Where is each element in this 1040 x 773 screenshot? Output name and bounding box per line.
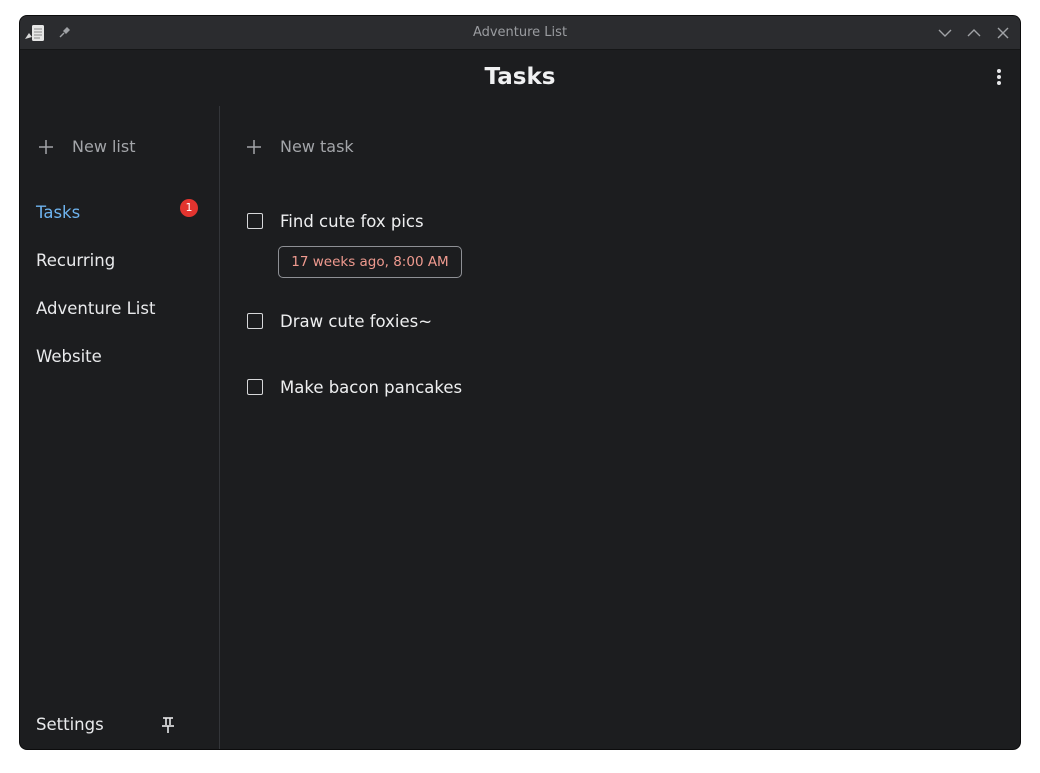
sidebar-item-recurring[interactable]: Recurring [36,246,206,276]
tasks-count-badge: 1 [180,199,198,217]
title-bar[interactable]: Adventure List [20,16,1020,50]
task-label[interactable]: Draw cute foxies~ [280,309,432,334]
window-title: Adventure List [472,25,568,40]
sidebar-item-website[interactable]: Website [36,342,206,372]
settings-button[interactable]: Settings [36,710,104,740]
task-label[interactable]: Make bacon pancakes [280,375,462,400]
plus-icon [39,140,53,154]
app-window: Adventure List Tasks New list Tasks 1 Re… [20,16,1020,749]
close-icon[interactable] [995,25,1011,41]
page-title: Tasks [484,64,556,90]
maximize-icon[interactable] [966,25,982,41]
new-task-label: New task [280,137,354,156]
more-options-icon[interactable] [991,67,1007,87]
task-checkbox[interactable] [247,213,263,229]
new-list-label: New list [72,137,136,156]
sidebar-divider [219,106,220,749]
plus-icon [247,140,261,154]
task-label[interactable]: Find cute fox pics [280,209,424,234]
task-checkbox[interactable] [247,313,263,329]
minimize-icon[interactable] [937,25,953,41]
due-date-chip[interactable]: 17 weeks ago, 8:00 AM [278,246,462,278]
task-checkbox[interactable] [247,379,263,395]
pin-sidebar-icon[interactable] [160,716,176,734]
sidebar-item-adventure-list[interactable]: Adventure List [36,294,206,324]
